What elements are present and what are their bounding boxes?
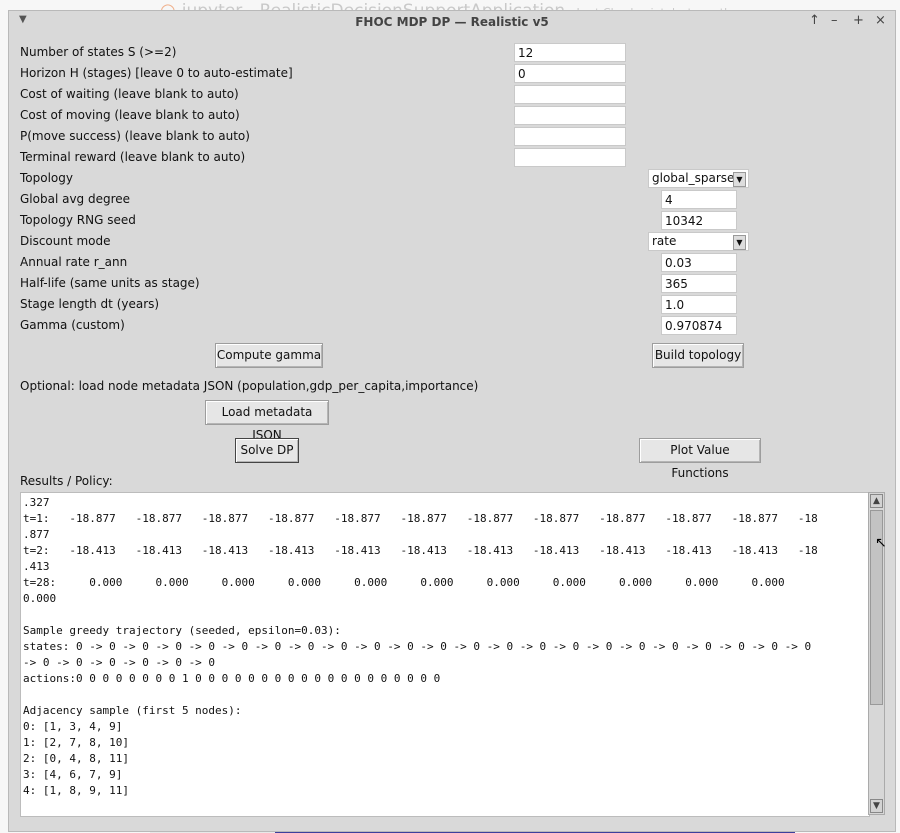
cost-waiting-input[interactable] <box>514 85 626 104</box>
compute-gamma-button[interactable]: Compute gamma <box>215 343 323 368</box>
cost-moving-input[interactable] <box>514 106 626 125</box>
topology-select-value: global_sparse <box>652 171 735 185</box>
title-bar: ▼ FHOC MDP DP — Realistic v5 ↑ – + × <box>9 11 895 33</box>
results-label: Results / Policy: <box>20 474 113 488</box>
metadata-label: Optional: load node metadata JSON (popul… <box>20 379 479 393</box>
annual-rate-input[interactable] <box>661 253 737 272</box>
results-text: .327 t=1: -18.877 -18.877 -18.877 -18.87… <box>23 496 818 797</box>
terminal-reward-label: Terminal reward (leave blank to auto) <box>20 150 246 164</box>
gamma-label: Gamma (custom) <box>20 318 125 332</box>
plot-value-functions-button[interactable]: Plot Value Functions <box>639 438 761 480</box>
build-topology-button[interactable]: Build topology <box>652 343 744 368</box>
cost-moving-label: Cost of moving (leave blank to auto) <box>20 108 240 122</box>
num-states-label: Number of states S (>=2) <box>20 45 177 59</box>
half-life-input[interactable] <box>661 274 737 293</box>
cost-waiting-label: Cost of waiting (leave blank to auto) <box>20 87 239 101</box>
p-move-label: P(move success) (leave blank to auto) <box>20 129 250 143</box>
discount-mode-select-value: rate <box>652 234 677 248</box>
chevron-down-icon[interactable]: ▼ <box>733 172 746 187</box>
results-textarea[interactable]: .327 t=1: -18.877 -18.877 -18.877 -18.87… <box>20 492 870 817</box>
topology-seed-label: Topology RNG seed <box>20 213 136 227</box>
stage-length-label: Stage length dt (years) <box>20 297 160 311</box>
scroll-down-icon[interactable]: ▼ <box>870 799 883 813</box>
stage-length-input[interactable] <box>661 295 737 314</box>
scroll-up-icon[interactable]: ▲ <box>870 494 883 508</box>
p-move-input[interactable] <box>514 127 626 146</box>
app-window: ▼ FHOC MDP DP — Realistic v5 ↑ – + × Num… <box>8 10 896 832</box>
topology-seed-input[interactable] <box>661 211 737 230</box>
maximize-icon[interactable]: + <box>853 13 864 28</box>
topology-select[interactable]: global_sparse ▼ <box>648 169 749 188</box>
close-icon[interactable]: × <box>875 13 886 28</box>
solve-dp-button[interactable]: Solve DP <box>235 438 299 463</box>
keep-above-icon[interactable]: ↑ <box>809 13 820 28</box>
global-avg-degree-input[interactable] <box>661 190 737 209</box>
horizon-label: Horizon H (stages) [leave 0 to auto-esti… <box>20 66 293 80</box>
horizon-input[interactable] <box>514 64 626 83</box>
annual-rate-label: Annual rate r_ann <box>20 255 128 269</box>
discount-mode-select[interactable]: rate ▼ <box>648 232 749 251</box>
window-title: FHOC MDP DP — Realistic v5 <box>355 15 549 29</box>
num-states-input[interactable] <box>514 43 626 62</box>
half-life-label: Half-life (same units as stage) <box>20 276 200 290</box>
global-avg-degree-label: Global avg degree <box>20 192 131 206</box>
discount-mode-label: Discount mode <box>20 234 111 248</box>
chevron-down-icon[interactable]: ▼ <box>733 235 746 250</box>
load-metadata-button[interactable]: Load metadata JSON <box>205 400 329 442</box>
gamma-input[interactable] <box>661 316 737 335</box>
mouse-cursor-icon: ↖ <box>875 535 887 551</box>
minimize-icon[interactable]: – <box>831 13 838 28</box>
terminal-reward-input[interactable] <box>514 148 626 167</box>
topology-label: Topology <box>20 171 73 185</box>
